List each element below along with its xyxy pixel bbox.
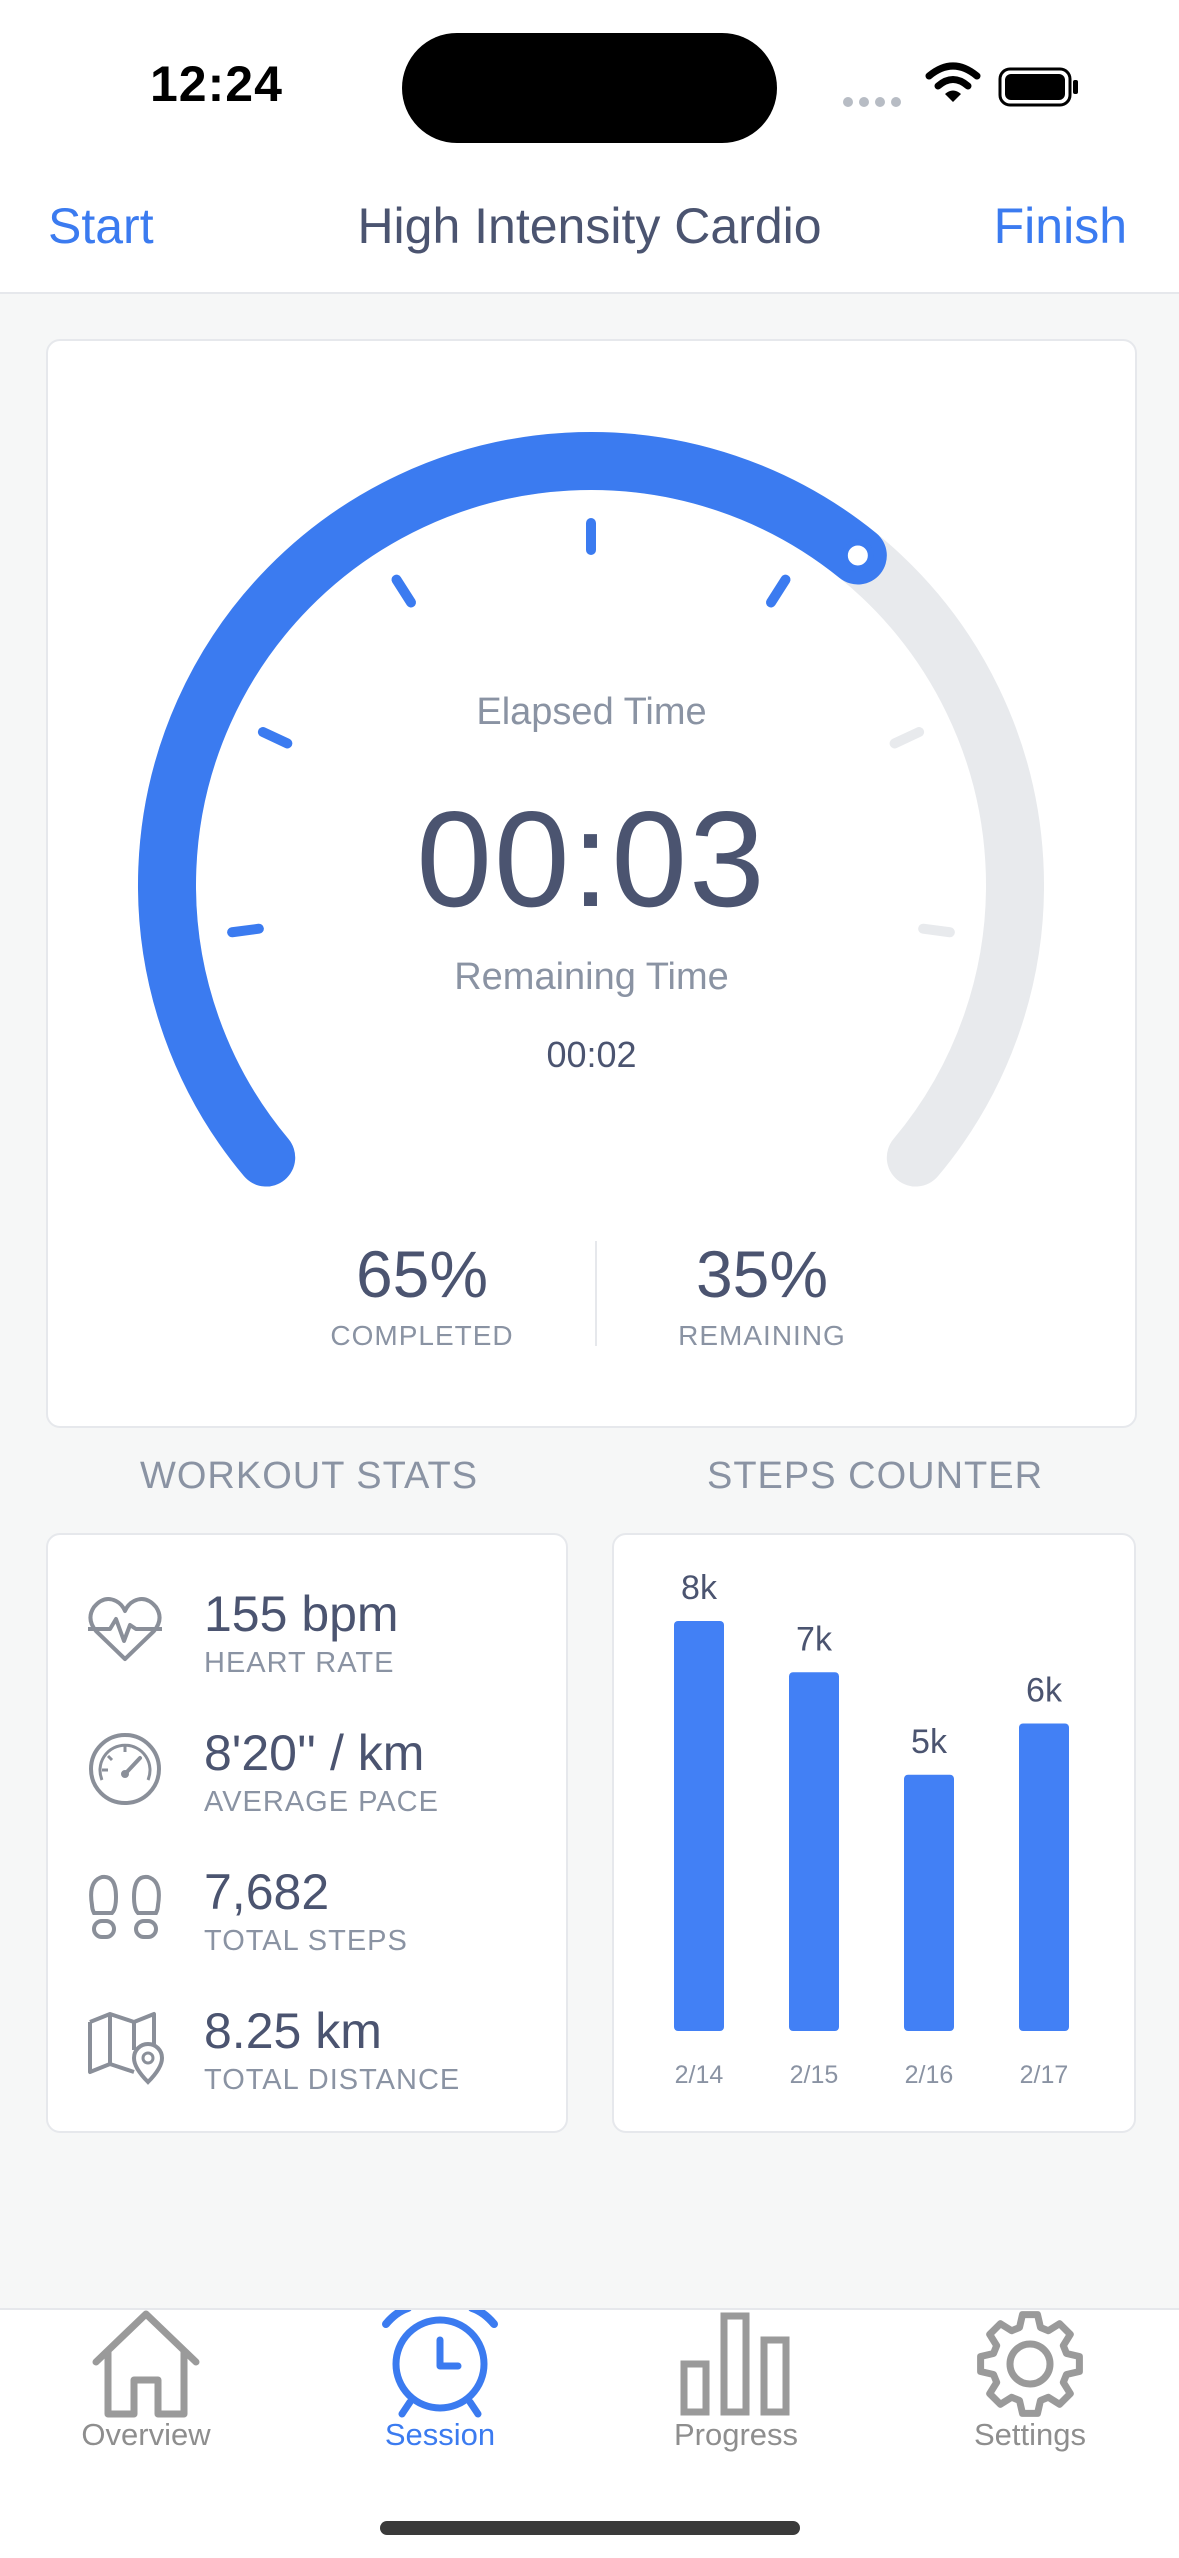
battery-icon xyxy=(998,67,1078,107)
remaining-stat: 35% REMAINING xyxy=(612,1236,912,1352)
completed-percent: 65% xyxy=(355,1237,489,1311)
total-steps-value: 7,682 xyxy=(204,1864,330,1920)
average-pace-label: AVERAGE PACE xyxy=(204,1786,439,1818)
heart-rate-label: HEART RATE xyxy=(204,1647,395,1679)
completed-stat: 65% COMPLETED xyxy=(272,1236,572,1352)
status-time: 12:24 xyxy=(150,56,283,112)
gauge-tick xyxy=(391,574,417,608)
tab-progress[interactable]: Progress xyxy=(636,2310,836,2460)
bar-data-label: 5k xyxy=(911,1723,948,1761)
gauge-tick xyxy=(765,574,791,608)
remaining-percent: 35% xyxy=(695,1237,829,1311)
footprints-icon xyxy=(89,1874,161,1939)
nav-bar: Start High Intensity Cardio Finish xyxy=(0,175,1179,294)
tab-settings[interactable]: Settings xyxy=(930,2310,1130,2460)
stat-row-total-steps: 7,682 TOTAL STEPS xyxy=(48,1847,566,1967)
stat-row-total-distance: 8.25 km TOTAL DISTANCE xyxy=(48,1986,566,2106)
elapsed-time-value: 00:03 xyxy=(416,783,767,935)
average-pace-value: 8'20'' / km xyxy=(204,1725,425,1781)
bar-chart-icon xyxy=(680,2312,790,2416)
bar-data-label: 8k xyxy=(681,1569,718,1607)
speedometer-icon xyxy=(89,1733,161,1805)
remaining-label: REMAINING xyxy=(678,1320,846,1351)
completed-label: COMPLETED xyxy=(330,1320,514,1351)
gear-icon xyxy=(977,2311,1083,2417)
stat-divider xyxy=(595,1241,597,1346)
map-pin-icon xyxy=(88,2012,165,2085)
tab-progress-label: Progress xyxy=(673,2417,799,2452)
wifi-icon xyxy=(925,62,981,102)
chart-bar xyxy=(904,1774,954,2031)
total-distance-value: 8.25 km xyxy=(204,2003,382,2059)
remaining-time-value: 00:02 xyxy=(546,1034,637,1075)
stat-row-average-pace: 8'20'' / km AVERAGE PACE xyxy=(48,1708,566,1828)
cellular-signal-icon xyxy=(843,94,907,112)
tab-settings-label: Settings xyxy=(973,2417,1086,2452)
status-bar: 12:24 xyxy=(0,0,1179,175)
remaining-time-label: Remaining Time xyxy=(454,956,729,998)
finish-button[interactable]: Finish xyxy=(994,197,1127,255)
home-indicator xyxy=(380,2521,800,2535)
steps-counter-title: STEPS COUNTER xyxy=(707,1455,1044,1497)
chart-bar xyxy=(674,1621,724,2031)
gauge-handle[interactable] xyxy=(841,539,874,572)
workout-stats-title: WORKOUT STATS xyxy=(140,1455,479,1497)
timer-card: Elapsed Time 00:03 Remaining Time 00:02 … xyxy=(46,339,1137,1428)
workout-stats-card: 155 bpm HEART RATE 8'20'' / km AVERAGE P… xyxy=(46,1533,568,2133)
chart-bar xyxy=(1019,1723,1069,2031)
chart-bar xyxy=(789,1672,839,2031)
steps-counter-card: 8k 2/14 7k 2/15 5k 2/16 6k 2/17 xyxy=(612,1533,1136,2133)
dynamic-island xyxy=(402,33,777,143)
total-distance-label: TOTAL DISTANCE xyxy=(204,2064,461,2096)
alarm-clock-icon xyxy=(382,2310,498,2418)
total-steps-label: TOTAL STEPS xyxy=(204,1925,408,1957)
steps-bar-chart: 8k 2/14 7k 2/15 5k 2/16 6k 2/17 xyxy=(674,1569,1069,2089)
heart-pulse-icon xyxy=(88,1597,162,1661)
bar-data-label: 7k xyxy=(796,1620,833,1658)
x-tick-label: 2/16 xyxy=(905,2061,954,2089)
tab-session-label: Session xyxy=(384,2417,496,2452)
house-icon xyxy=(92,2310,200,2418)
tab-overview-label: Overview xyxy=(81,2417,211,2452)
x-tick-label: 2/14 xyxy=(675,2061,724,2089)
x-tick-label: 2/15 xyxy=(790,2061,839,2089)
bar-data-label: 6k xyxy=(1026,1672,1063,1710)
elapsed-time-label: Elapsed Time xyxy=(476,691,707,733)
heart-rate-value: 155 bpm xyxy=(204,1586,399,1642)
stat-row-heart-rate: 155 bpm HEART RATE xyxy=(48,1569,566,1689)
x-tick-label: 2/17 xyxy=(1020,2061,1069,2089)
tab-session[interactable]: Session xyxy=(340,2310,540,2460)
tab-overview[interactable]: Overview xyxy=(46,2310,246,2460)
